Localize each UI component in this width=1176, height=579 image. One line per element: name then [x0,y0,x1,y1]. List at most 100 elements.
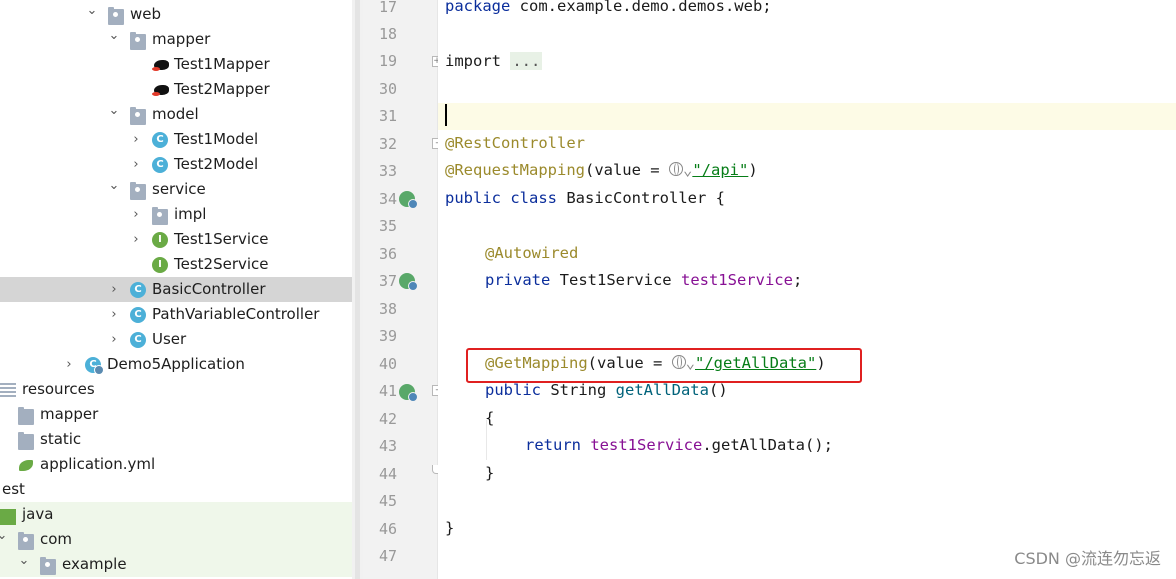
mybatis-icon [152,83,169,99]
tree-item[interactable]: › C BasicController [0,277,352,302]
tree-item[interactable]: › C Test1Model [0,127,352,152]
tree-item[interactable]: Test2Mapper [0,77,352,102]
tree-item[interactable]: java [0,502,352,527]
line-number: 38 [378,300,397,318]
tree-item[interactable]: ⌄ example [0,552,352,577]
code-line-17: package com.example.demo.demos.web; [445,0,772,15]
package-folder-icon [18,532,34,550]
class-icon: C [152,132,168,148]
package-folder-icon [108,7,124,25]
class-icon: C [152,157,168,173]
spring-yml-icon [18,458,34,474]
class-icon: C [130,332,146,348]
tree-item[interactable]: › impl [0,202,352,227]
interface-icon: I [152,232,168,248]
project-tree: ⌄ web ⌄ mapper Test1Mapper Test2Mapper ⌄ model ›… [0,0,352,579]
class-icon: C [130,282,146,298]
line-number: 34 [378,190,397,208]
tree-item-label: Test2Model [174,155,259,173]
chevron-right-icon[interactable]: › [130,227,142,252]
code-line-19: import ... [445,52,543,70]
code-line-36: @Autowired [485,244,579,262]
line-number: 17 [378,0,397,16]
line-number: 43 [378,437,397,455]
line-number: 33 [378,162,397,180]
tree-item-label: PathVariableController [152,305,320,323]
chevron-down-icon[interactable]: ⌄ [18,552,30,577]
tree-item-label: est [2,480,25,498]
spring-bean-gutter-icon[interactable] [399,191,418,209]
current-line [438,103,1176,130]
tree-item-label: model [152,105,199,123]
line-number: 46 [378,520,397,538]
tree-item[interactable]: ⌄ com [0,527,352,552]
spring-autowire-gutter-icon[interactable] [399,273,418,291]
tree-item-label: application.yml [40,455,156,473]
mybatis-icon [152,58,169,74]
tree-item[interactable]: › I Test1Service [0,227,352,252]
package-folder-icon [130,107,146,125]
line-number: 40 [378,355,397,373]
text-caret [445,104,447,126]
tree-item[interactable]: › C Demo5Application [0,352,352,377]
tree-item-label: mapper [40,405,99,423]
tree-item-label: Test1Model [174,130,259,148]
line-number: 35 [378,217,397,235]
chevron-right-icon[interactable]: › [130,152,142,177]
tree-item-label: impl [174,205,207,223]
chevron-right-icon[interactable]: › [63,352,75,377]
code-line-32: @RestController [445,134,585,152]
tree-item[interactable]: resources [0,377,352,402]
tree-item-label: static [40,430,82,448]
line-number: 36 [378,245,397,263]
tree-item[interactable]: Test1Mapper [0,52,352,77]
line-number: 37 [378,272,397,290]
chevron-right-icon[interactable]: › [130,202,142,227]
chevron-right-icon[interactable]: › [108,277,120,302]
tree-item[interactable]: mapper [0,402,352,427]
tree-item-label: service [152,180,206,198]
tree-item[interactable]: ⌄ mapper [0,27,352,52]
chevron-right-icon[interactable]: › [108,302,120,327]
spring-mapping-gutter-icon[interactable] [399,384,418,402]
code-editor[interactable]: package com.example.demo.demos.web; impo… [438,0,1176,579]
code-line-44: } [485,464,495,482]
class-icon: C [130,307,146,323]
tree-item[interactable]: ⌄ model [0,102,352,127]
line-number: 42 [378,410,397,428]
tree-item-label: com [40,530,73,548]
url-globe-icon[interactable] [668,162,683,176]
tree-item[interactable]: est [0,477,352,502]
tree-item[interactable]: static [0,427,352,452]
chevron-down-icon[interactable]: ⌄ [108,102,120,127]
tree-item[interactable]: › C User [0,327,352,352]
tree-item[interactable]: ⌄ web [0,2,352,27]
tree-item[interactable]: › C PathVariableController [0,302,352,327]
chevron-down-icon[interactable]: ⌄ [86,2,98,27]
tree-item-label: mapper [152,30,211,48]
line-number: 39 [378,327,397,345]
tree-item[interactable]: I Test2Service [0,252,352,277]
tree-item[interactable]: ⌄ service [0,177,352,202]
chevron-right-icon[interactable]: › [108,327,120,352]
code-line-46: } [445,519,455,537]
line-number: 44 [378,465,397,483]
tree-scrollbar[interactable] [352,0,363,579]
chevron-down-icon[interactable]: ⌄ [108,177,120,202]
line-number: 19 [378,52,397,70]
line-number: 41 [378,382,397,400]
indent-guide [486,420,487,460]
code-line-33: @RequestMapping(value = ⌄"/api") [445,161,758,179]
source-folder-icon [0,509,16,525]
chevron-down-icon[interactable]: ⌄ [108,27,120,52]
chevron-down-icon[interactable]: ⌄ [0,527,8,552]
spring-app-icon: C [85,357,104,375]
tree-item[interactable]: application.yml [0,452,352,477]
package-folder-icon [40,557,56,575]
code-line-43: return test1Service.getAllData(); [525,436,833,454]
chevron-right-icon[interactable]: › [130,127,142,152]
folder-icon [18,432,34,450]
folded-imports[interactable]: ... [510,52,543,70]
tree-item[interactable]: › C Test2Model [0,152,352,177]
highlight-annotation-box [466,348,862,383]
